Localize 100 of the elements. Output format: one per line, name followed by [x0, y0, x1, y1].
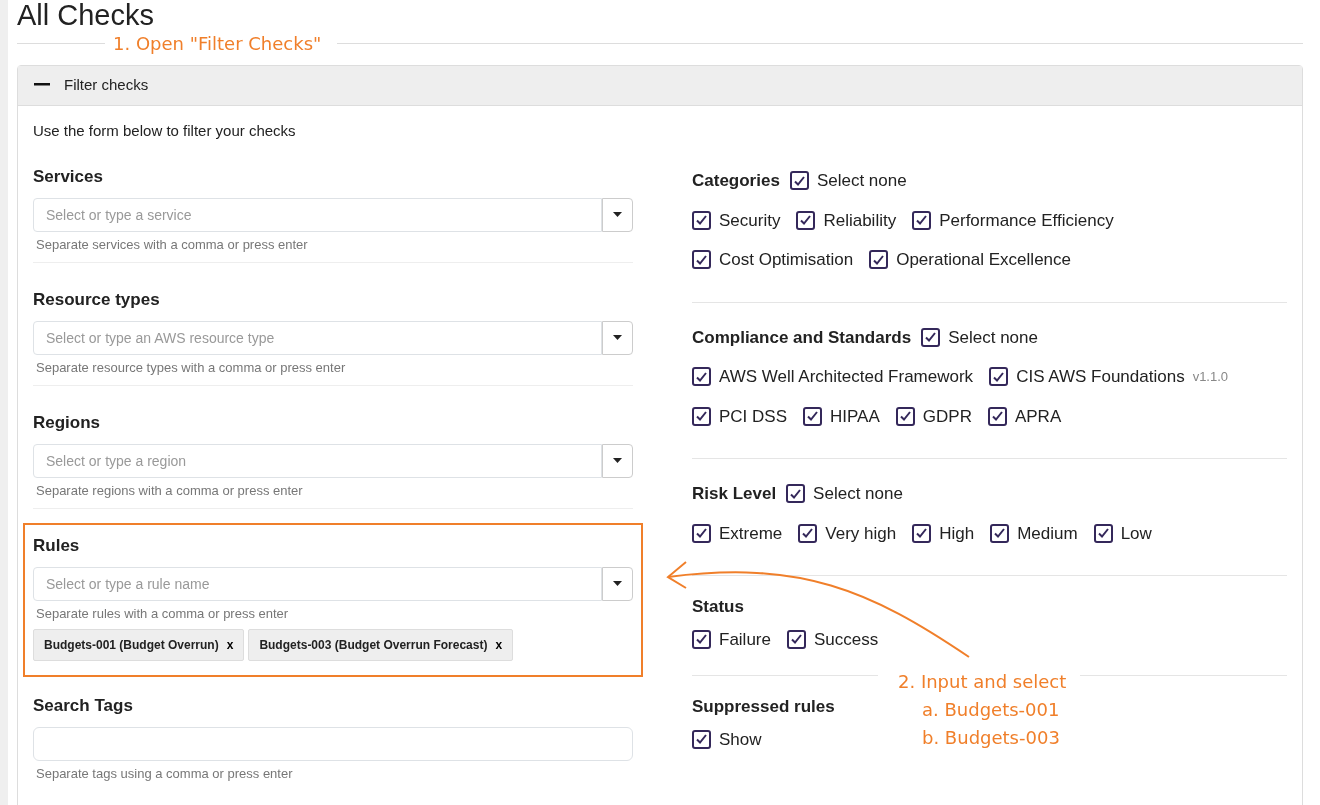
checkbox[interactable]	[869, 250, 889, 270]
checkbox[interactable]	[803, 406, 823, 426]
checkbox[interactable]	[1093, 523, 1113, 543]
caret-icon	[612, 581, 622, 587]
checkbox-label[interactable]: GDPR	[922, 403, 972, 429]
annotation-text: a. Budgets-001	[921, 698, 1061, 722]
checkbox[interactable]	[895, 406, 915, 426]
checkbox-label[interactable]: Very high	[825, 520, 897, 546]
checkbox[interactable]	[692, 367, 711, 387]
checkmark-icon	[790, 488, 802, 499]
checkbox[interactable]	[987, 406, 1007, 426]
annotation-text: 2. Input and select	[898, 670, 1067, 694]
tag-label: Budgets-001 (Budget Overrun)	[44, 637, 219, 655]
checkbox[interactable]	[912, 210, 932, 230]
dropdown-button[interactable]	[601, 566, 633, 601]
field-label: Search Tags	[33, 695, 134, 718]
select-field[interactable]: Select or type a service	[33, 197, 602, 232]
checkbox[interactable]	[921, 327, 941, 347]
checkbox-label[interactable]: PCI DSS	[719, 403, 788, 429]
checkbox[interactable]	[786, 484, 806, 504]
caret-icon	[612, 458, 622, 464]
group-title: Compliance and Standards	[692, 326, 912, 349]
checkmark-icon	[916, 528, 928, 539]
checkmark-icon	[696, 371, 707, 382]
checkbox-label[interactable]: APRA	[1014, 403, 1062, 429]
checkmark-icon	[925, 332, 937, 343]
checkbox-label[interactable]: Failure	[719, 626, 771, 652]
checkmark-icon	[807, 411, 819, 422]
checkbox-label[interactable]: Cost Optimisation	[719, 247, 854, 273]
annotation-text: b. Budgets-003	[921, 726, 1061, 750]
checkbox[interactable]	[692, 729, 711, 749]
checkmark-icon	[696, 411, 707, 422]
field-label: Resource types	[33, 289, 161, 312]
checkbox-label[interactable]: Security	[719, 207, 781, 233]
checkbox-label[interactable]: Show	[719, 726, 762, 752]
checkmark-icon	[696, 634, 707, 645]
annotation-text: 1. Open "Filter Checks"	[113, 32, 322, 56]
checkbox[interactable]	[796, 210, 816, 230]
checkbox[interactable]	[990, 523, 1010, 543]
checkmark-icon	[793, 175, 805, 186]
checkbox-label[interactable]: Extreme	[719, 520, 783, 546]
caret-icon	[612, 212, 622, 217]
checkmark-icon	[994, 528, 1006, 539]
checkbox[interactable]	[692, 250, 711, 270]
dropdown-button[interactable]	[601, 320, 633, 355]
select-field[interactable]: Select or type an AWS resource type	[33, 320, 602, 355]
checkbox[interactable]	[786, 629, 806, 649]
group-title: Status	[692, 596, 744, 618]
version-text: v1.1.0	[1192, 368, 1229, 386]
checkbox[interactable]	[789, 171, 809, 191]
group-title: Categories	[692, 170, 780, 192]
remove-button[interactable]: x	[495, 636, 503, 655]
checkbox-label[interactable]: CIS AWS Foundations	[1016, 364, 1185, 390]
select-field[interactable]: Select or type a region	[33, 443, 602, 478]
checkbox[interactable]	[798, 523, 818, 543]
help-text: Separate resource types with a comma or press enter	[36, 359, 347, 376]
checkbox-label[interactable]: Select none	[816, 168, 907, 194]
checkmark-icon	[873, 254, 885, 265]
checkbox-label[interactable]: High	[939, 520, 975, 546]
dropdown-button[interactable]	[601, 443, 633, 478]
field-label: Regions	[33, 412, 102, 435]
dropdown-button[interactable]	[601, 197, 633, 232]
checkmark-icon	[696, 734, 707, 745]
checkbox-label[interactable]: HIPAA	[830, 403, 880, 429]
checkbox[interactable]	[692, 406, 711, 426]
checkbox-label[interactable]: Performance Efficiency	[939, 207, 1114, 233]
checkbox-label[interactable]: Select none	[813, 481, 903, 507]
checkbox[interactable]	[692, 523, 711, 543]
checkbox[interactable]	[989, 367, 1009, 387]
select-field[interactable]: Select or type a rule name	[33, 566, 602, 601]
remove-button[interactable]: x	[226, 636, 234, 655]
checkmark-icon	[696, 215, 707, 226]
intro-text: Use the form below to filter your checks	[33, 120, 297, 141]
panel-header[interactable]: Filter checks	[18, 66, 1302, 106]
help-text: Separate rules with a comma or press enter	[36, 605, 290, 622]
checkbox-label[interactable]: Medium	[1017, 520, 1078, 546]
group-title: Suppressed rules	[692, 696, 835, 718]
text-field[interactable]	[33, 726, 633, 761]
checkmark-icon	[1097, 528, 1109, 539]
checkmark-icon	[800, 215, 812, 226]
checkmark-icon	[993, 371, 1005, 382]
checkmark-icon	[696, 528, 707, 539]
checkbox-label[interactable]: AWS Well Architected Framework	[719, 364, 974, 390]
field-label: Rules	[33, 535, 81, 558]
checkbox-label[interactable]: Reliability	[823, 207, 897, 233]
checkmark-icon	[991, 411, 1003, 422]
panel-title[interactable]: Filter checks	[64, 74, 149, 97]
tag-label: Budgets-003 (Budget Overrun Forecast)	[259, 637, 488, 655]
help-text: Separate tags using a comma or press enter	[36, 765, 294, 782]
group-title: Risk Level	[692, 483, 777, 505]
checkbox-label[interactable]: Success	[813, 626, 879, 652]
checkbox-label[interactable]: Operational Excellence	[896, 247, 1071, 273]
checkbox[interactable]	[912, 523, 932, 543]
checkbox[interactable]	[692, 210, 711, 230]
checkbox[interactable]	[692, 629, 711, 649]
help-text: Separate regions with a comma or press enter	[36, 482, 304, 499]
checkmark-icon	[696, 254, 707, 265]
checkbox-label[interactable]: Low	[1120, 520, 1152, 546]
checkbox-label[interactable]: Select none	[948, 324, 1038, 350]
checkmark-icon	[916, 215, 928, 226]
